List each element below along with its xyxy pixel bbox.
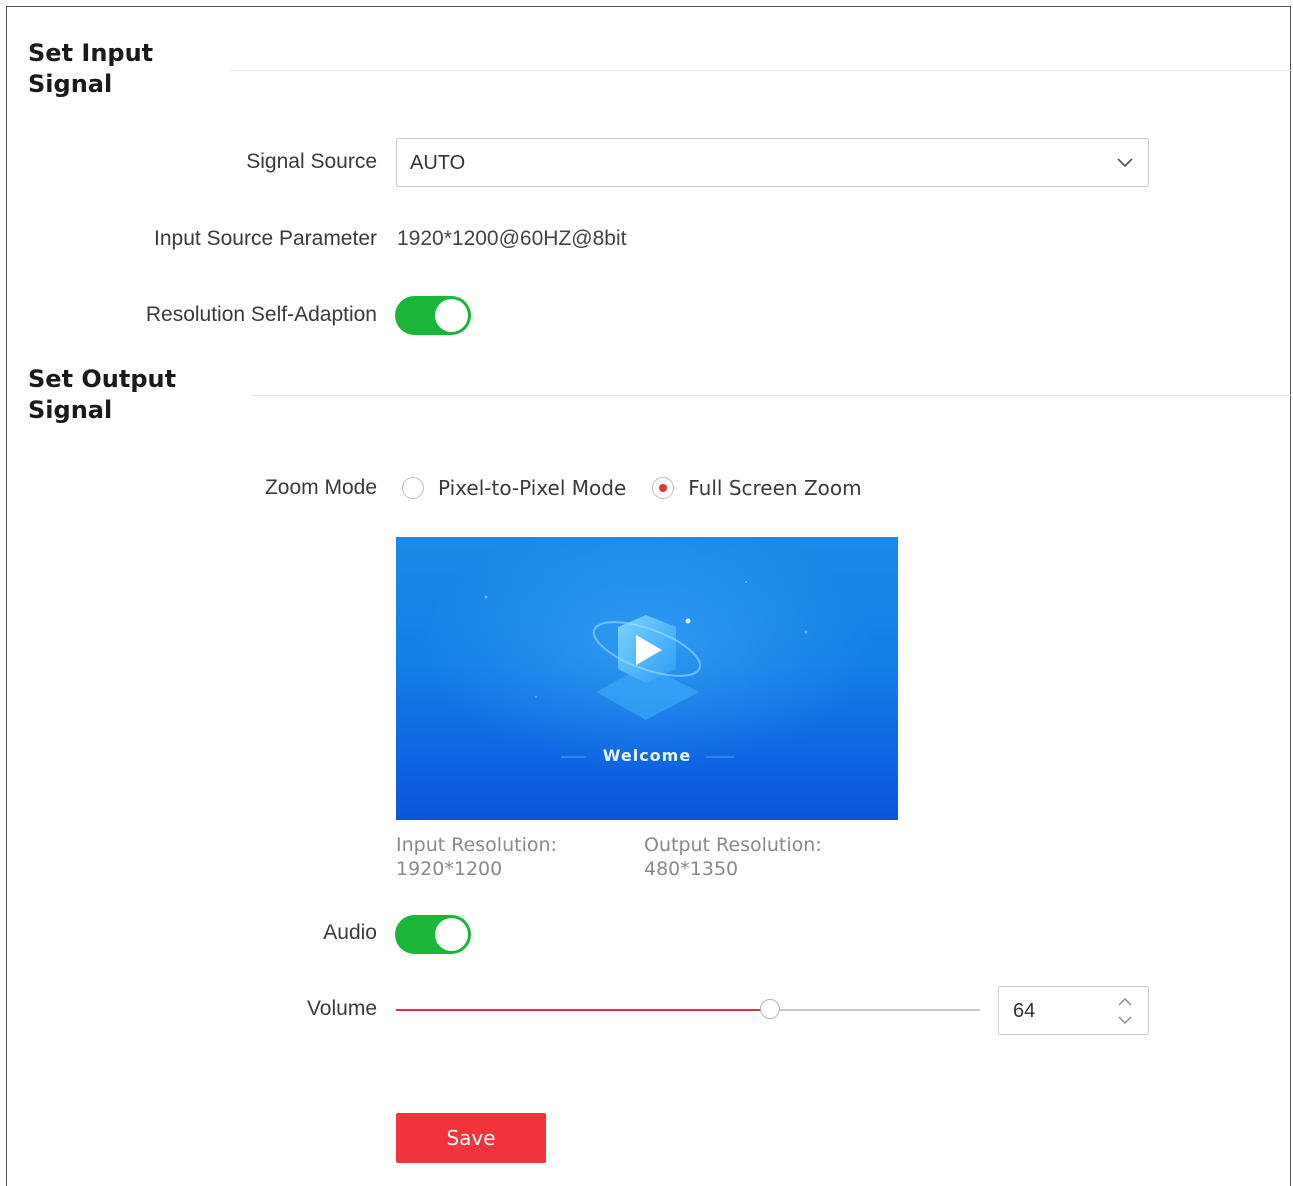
res-adapt-toggle[interactable] xyxy=(395,296,471,335)
radio-full-screen-zoom[interactable]: Full Screen Zoom xyxy=(652,476,862,500)
signal-source-select[interactable]: AUTO xyxy=(396,138,1149,187)
volume-slider[interactable] xyxy=(396,999,980,1019)
spinner-arrows-icon[interactable] xyxy=(1116,993,1134,1029)
output-section-divider xyxy=(252,395,1291,396)
volume-label: Volume xyxy=(306,997,377,1020)
input-resolution-value: 1920*1200 xyxy=(396,858,503,880)
radio-label: Pixel-to-Pixel Mode xyxy=(438,476,627,500)
volume-slider-thumb[interactable] xyxy=(759,999,780,1019)
output-resolution-value: 480*1350 xyxy=(644,858,739,880)
zoom-mode-group: Pixel-to-Pixel Mode Full Screen Zoom xyxy=(402,475,862,501)
volume-slider-fill xyxy=(396,1009,770,1011)
input-resolution-info: Input Resolution: 1920*1200 xyxy=(396,833,557,881)
input-param-value: 1920*1200@60HZ@8bit xyxy=(397,227,627,250)
volume-value: 64 xyxy=(1013,1000,1036,1022)
res-adapt-label: Resolution Self-Adaption xyxy=(145,303,377,326)
volume-number-input[interactable]: 64 xyxy=(998,986,1149,1035)
zoom-mode-label: Zoom Mode xyxy=(264,476,377,499)
output-title-line2: Signal xyxy=(28,396,113,424)
input-section-title: Set Input Signal xyxy=(28,38,228,100)
output-preview-image: Welcome xyxy=(396,537,898,820)
save-button[interactable]: Save xyxy=(396,1113,546,1163)
audio-toggle[interactable] xyxy=(395,915,471,954)
chevron-down-icon xyxy=(1117,158,1133,168)
radio-pixel-to-pixel[interactable]: Pixel-to-Pixel Mode xyxy=(402,476,626,500)
radio-circle xyxy=(402,477,424,499)
audio-label: Audio xyxy=(323,921,377,944)
output-resolution-info: Output Resolution: 480*1350 xyxy=(644,833,822,881)
toggle-knob xyxy=(435,918,468,951)
input-section-divider xyxy=(230,70,1291,71)
radio-circle xyxy=(652,477,675,499)
output-section-title: Set Output Signal xyxy=(28,364,228,426)
toggle-knob xyxy=(435,299,468,332)
output-resolution-label: Output Resolution: xyxy=(644,834,822,856)
input-title-line2: Signal xyxy=(28,70,113,98)
input-param-label: Input Source Parameter xyxy=(154,227,377,250)
output-title-line1: Set Output xyxy=(28,365,177,393)
input-title-line1: Set Input xyxy=(28,39,154,67)
radio-label: Full Screen Zoom xyxy=(688,476,862,500)
preview-welcome-text: Welcome xyxy=(602,746,692,765)
input-resolution-label: Input Resolution: xyxy=(396,834,557,856)
signal-source-label: Signal Source xyxy=(246,150,377,173)
signal-source-value: AUTO xyxy=(410,152,466,174)
